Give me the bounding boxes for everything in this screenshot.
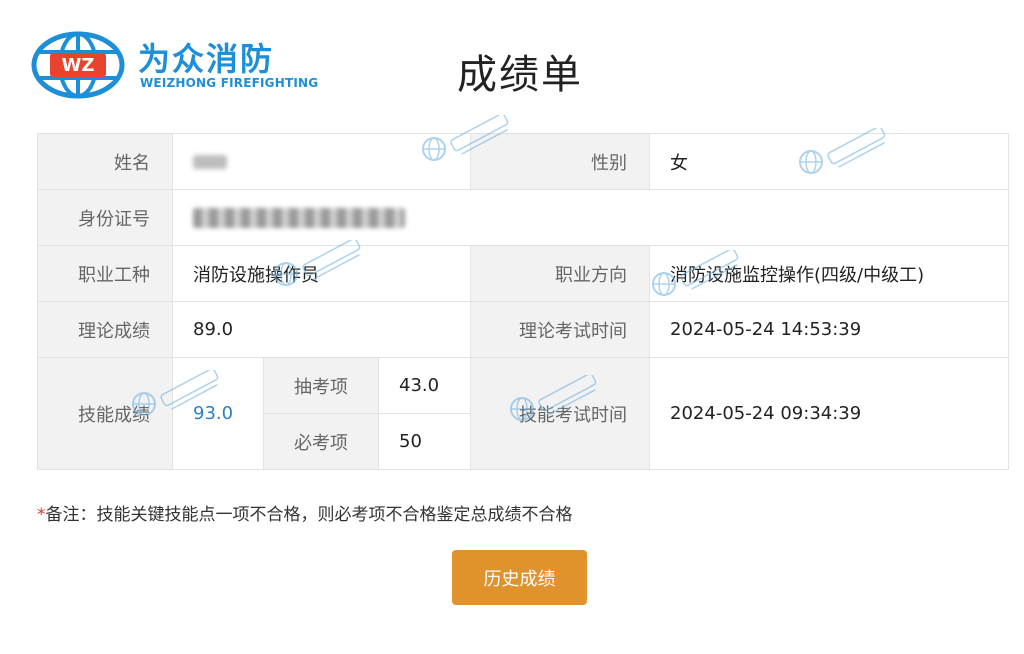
id-label: 身份证号 xyxy=(37,189,173,246)
skill-score-value: 93.0 xyxy=(172,357,264,470)
brand-name-cn: 为众消防 xyxy=(138,40,275,78)
theory-score-value: 89.0 xyxy=(171,301,472,358)
redacted-name xyxy=(193,155,227,169)
page-title: 成绩单 xyxy=(457,52,583,98)
random-item-value: 43.0 xyxy=(377,357,472,414)
gender-label: 性别 xyxy=(470,133,651,190)
required-item-value: 50 xyxy=(377,413,472,470)
theory-time-label: 理论考试时间 xyxy=(470,301,651,358)
direction-label: 职业方向 xyxy=(470,245,651,302)
logo-badge: WZ xyxy=(62,55,95,76)
table-row: 技能成绩 93.0 抽考项 43.0 技能考试时间 2024-05-24 09:… xyxy=(37,357,1010,470)
skill-time-label: 技能考试时间 xyxy=(470,357,651,470)
globe-logo-icon: WZ xyxy=(31,31,125,99)
score-table: 姓名 性别 女 身份证号 职业工种 消防设施操作员 职业方向 消防设施监控操作(… xyxy=(37,133,1010,470)
redacted-id-number xyxy=(193,208,405,228)
occupation-value: 消防设施操作员 xyxy=(171,245,472,302)
random-item-label: 抽考项 xyxy=(263,357,379,414)
brand-name-en: WEIZHONG FIREFIGHTING xyxy=(140,76,319,90)
theory-time-value: 2024-05-24 14:53:39 xyxy=(649,301,1010,358)
table-row: 姓名 性别 女 xyxy=(37,133,1010,190)
skill-time-value: 2024-05-24 09:34:39 xyxy=(649,357,1010,470)
remark-note: *备注：技能关键技能点一项不合格，则必考项不合格鉴定总成绩不合格 xyxy=(37,500,573,525)
skill-score-label: 技能成绩 xyxy=(37,357,173,470)
history-scores-button[interactable]: 历史成绩 xyxy=(452,550,587,605)
remark-text: 备注：技能关键技能点一项不合格，则必考项不合格鉴定总成绩不合格 xyxy=(45,505,573,525)
table-row: 职业工种 消防设施操作员 职业方向 消防设施监控操作(四级/中级工) xyxy=(37,245,1010,302)
name-label: 姓名 xyxy=(37,133,173,190)
required-star: * xyxy=(37,505,46,525)
direction-value: 消防设施监控操作(四级/中级工) xyxy=(649,245,1010,302)
table-row: 理论成绩 89.0 理论考试时间 2024-05-24 14:53:39 xyxy=(37,301,1010,358)
name-value-redacted xyxy=(171,133,472,190)
theory-score-label: 理论成绩 xyxy=(37,301,173,358)
occupation-label: 职业工种 xyxy=(37,245,173,302)
required-item-label: 必考项 xyxy=(263,413,379,470)
id-value-redacted xyxy=(171,189,1010,246)
gender-value: 女 xyxy=(649,133,1010,190)
brand-logo: WZ 为众消防 WEIZHONG FIREFIGHTING xyxy=(30,30,320,100)
table-row: 身份证号 xyxy=(37,189,1010,246)
